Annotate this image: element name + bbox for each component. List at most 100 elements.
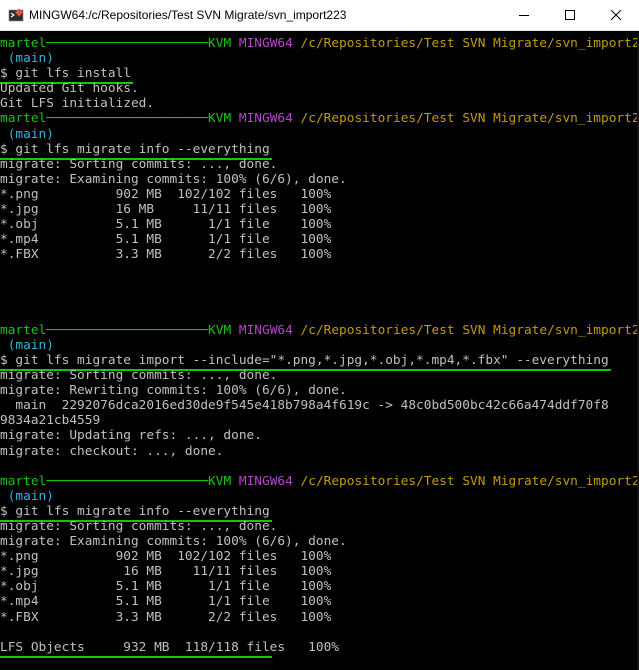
output-text: *.jpg 16 MB 11/11 files 100% [0, 564, 332, 580]
prompt-line: martel─────────────────────KVM MINGW64 /… [0, 111, 639, 126]
prompt-line: martel─────────────────────KVM MINGW64 /… [0, 474, 639, 489]
prompt-user: martel [0, 322, 47, 338]
prompt-line: martel─────────────────────KVM MINGW64 /… [0, 323, 639, 338]
output-line: migrate: Rewriting commits: 100% (6/6), … [0, 383, 639, 398]
command-text: $ git lfs migrate info --everything [0, 503, 270, 519]
output-line: *.png 902 MB 102/102 files 100% [0, 187, 639, 202]
close-icon [611, 10, 621, 20]
output-line: migrate: Sorting commits: ..., done. [0, 368, 639, 383]
prompt-user: martel [0, 36, 47, 51]
output-text: *.mp4 5.1 MB 1/1 file 100% [0, 594, 332, 610]
output-line: *.FBX 3.3 MB 2/2 files 100% [0, 247, 639, 262]
prompt-path: /c/Repositories/Test SVN Migrate/svn_imp… [300, 111, 639, 127]
output-line: *.obj 5.1 MB 1/1 file 100% [0, 217, 639, 232]
output-line: migrate: checkout: ..., done. [0, 444, 639, 459]
output-line: *.mp4 5.1 MB 1/1 file 100% [0, 594, 639, 609]
output-line: main 2292076dca2016ed30de9f545e418b798a4… [0, 398, 639, 413]
prompt-user: martel [0, 473, 47, 489]
output-text: main 2292076dca2016ed30de9f545e418b798a4… [0, 398, 609, 414]
prompt-separator: ───────────────────── [46, 473, 209, 489]
prompt-separator: ───────────────────── [46, 322, 209, 338]
output-text: migrate: Examining commits: 100% (6/6), … [0, 534, 347, 550]
output-text: migrate: Rewriting commits: 100% (6/6), … [0, 383, 347, 399]
output-text: *.png 902 MB 102/102 files 100% [0, 186, 332, 202]
output-line: migrate: Sorting commits: ..., done. [0, 157, 639, 172]
output-text: *.png 902 MB 102/102 files 100% [0, 549, 332, 565]
output-text: migrate: Updating refs: ..., done. [0, 428, 262, 444]
prompt-host: KVM [208, 111, 232, 127]
prompt-separator: ───────────────────── [46, 111, 209, 127]
maximize-button[interactable] [547, 0, 593, 30]
output-text: Git LFS initialized. [0, 96, 155, 112]
prompt-host: KVM [208, 36, 232, 51]
output-text: migrate: Sorting commits: ..., done. [0, 519, 278, 534]
terminal-output[interactable]: martel─────────────────────KVM MINGW64 /… [0, 36, 639, 670]
prompt-env: MINGW64 [238, 36, 293, 51]
output-line: *.obj 5.1 MB 1/1 file 100% [0, 579, 639, 594]
prompt-host: KVM [208, 322, 232, 338]
output-line: LFS Objects 932 MB 118/118 files 100% [0, 639, 639, 658]
output-line: *.jpg 16 MB 11/11 files 100% [0, 564, 639, 579]
output-text: LFS Objects 932 MB 118/118 files 100% [0, 639, 339, 655]
prompt-user: martel [0, 111, 47, 127]
output-line: *.mp4 5.1 MB 1/1 file 100% [0, 232, 639, 247]
output-line: *.FBX 3.3 MB 2/2 files 100% [0, 610, 639, 625]
branch-line: (main) [0, 127, 639, 142]
output-line: migrate: Sorting commits: ..., done. [0, 519, 639, 534]
output-line: *.jpg 16 MB 11/11 files 100% [0, 202, 639, 217]
prompt-branch: (main) [0, 337, 54, 353]
git-bash-icon [8, 8, 24, 22]
highlight-underline [0, 655, 272, 658]
branch-line: (main) [0, 51, 639, 66]
output-line: migrate: Examining commits: 100% (6/6), … [0, 172, 639, 187]
prompt-path: /c/Repositories/Test SVN Migrate/svn_imp… [300, 473, 639, 489]
minimize-icon [519, 15, 529, 16]
output-text: Updated Git hooks. [0, 81, 139, 97]
output-text: *.jpg 16 MB 11/11 files 100% [0, 202, 332, 218]
command-line: $ git lfs migrate info --everything [0, 141, 639, 160]
output-text: migrate: checkout: ..., done. [0, 443, 224, 459]
close-button[interactable] [593, 0, 639, 30]
prompt-branch: (main) [0, 51, 54, 67]
output-text: *.obj 5.1 MB 1/1 file 100% [0, 579, 332, 595]
output-line: 9834a21cb4559 [0, 413, 639, 428]
prompt-line: martel─────────────────────KVM MINGW64 /… [0, 36, 639, 51]
minimize-button[interactable] [501, 0, 547, 30]
command-line: $ git lfs install [0, 66, 639, 85]
prompt-branch: (main) [0, 488, 54, 504]
prompt-env: MINGW64 [238, 322, 293, 338]
prompt-env: MINGW64 [238, 473, 293, 489]
output-text: migrate: Sorting commits: ..., done. [0, 368, 278, 384]
output-line: migrate: Examining commits: 100% (6/6), … [0, 534, 639, 549]
command-text: $ git lfs install [0, 66, 131, 82]
title-bar[interactable]: MINGW64:/c/Repositories/Test SVN Migrate… [0, 0, 639, 31]
prompt-host: KVM [208, 473, 232, 489]
command-text: $ git lfs migrate import --include="*.pn… [0, 352, 609, 368]
prompt-path: /c/Repositories/Test SVN Migrate/svn_imp… [300, 36, 639, 51]
output-line: Git LFS initialized. [0, 96, 639, 111]
command-line: $ git lfs migrate info --everything [0, 503, 639, 522]
branch-line: (main) [0, 489, 639, 504]
prompt-env: MINGW64 [238, 111, 293, 127]
output-text: migrate: Sorting commits: ..., done. [0, 156, 278, 172]
prompt-separator: ───────────────────── [46, 36, 209, 51]
output-text: *.FBX 3.3 MB 2/2 files 100% [0, 609, 332, 625]
output-text: *.FBX 3.3 MB 2/2 files 100% [0, 247, 332, 263]
command-text: $ git lfs migrate info --everything [0, 141, 270, 157]
output-text: 9834a21cb4559 [0, 413, 101, 429]
prompt-branch: (main) [0, 126, 54, 142]
output-line: Updated Git hooks. [0, 81, 639, 96]
window-title: MINGW64:/c/Repositories/Test SVN Migrate… [29, 8, 347, 22]
output-text: migrate: Examining commits: 100% (6/6), … [0, 171, 347, 187]
output-line: migrate: Updating refs: ..., done. [0, 428, 639, 443]
output-text: *.mp4 5.1 MB 1/1 file 100% [0, 232, 332, 248]
command-line: $ git lfs migrate import --include="*.pn… [0, 352, 639, 372]
branch-line: (main) [0, 338, 639, 353]
output-text: *.obj 5.1 MB 1/1 file 100% [0, 217, 332, 233]
